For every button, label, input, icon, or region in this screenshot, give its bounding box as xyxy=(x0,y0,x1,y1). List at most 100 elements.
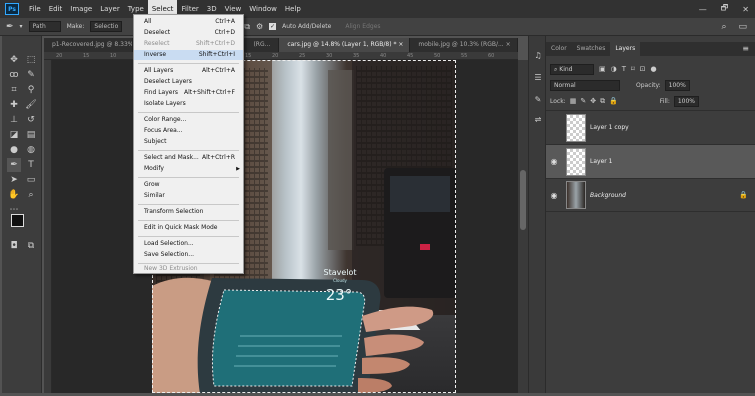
quick-select-tool-icon[interactable]: ✎ xyxy=(24,68,38,82)
chevron-down-icon[interactable]: ▾ xyxy=(20,23,23,30)
menu-item-similar[interactable]: Similar xyxy=(134,191,243,201)
menu-item-save-selection[interactable]: Save Selection... xyxy=(134,250,243,260)
rectangle-tool-icon[interactable]: ▭ xyxy=(24,173,38,187)
tab-color[interactable]: Color xyxy=(546,42,572,56)
menu-item-grow[interactable]: Grow xyxy=(134,180,243,190)
close-icon[interactable]: ✕ xyxy=(742,5,749,14)
tab-p1-recovered[interactable]: p1-Recovered.jpg @ 8.33% (RG... xyxy=(44,38,133,52)
menu-item-color-range[interactable]: Color Range... xyxy=(134,115,243,125)
menu-window[interactable]: Window xyxy=(245,0,281,18)
filter-smart-object-icon[interactable]: ⊡ xyxy=(640,65,646,73)
lock-pixels-icon[interactable]: ✎ xyxy=(580,97,586,105)
brush-settings-icon[interactable]: ✎ xyxy=(532,94,544,106)
hand-tool-icon[interactable]: ✋ xyxy=(7,188,21,202)
menu-file[interactable]: File xyxy=(25,0,45,18)
opacity-input[interactable]: 100% xyxy=(664,79,690,91)
canvas-area[interactable]: Stavelot Cloudy 23° xyxy=(52,60,518,393)
foreground-color-swatch[interactable] xyxy=(11,214,24,227)
quick-mask-icon[interactable]: ◘ xyxy=(7,239,21,253)
workspace-icon[interactable]: ▭ xyxy=(738,22,747,32)
ruler-tick-label: 35 xyxy=(353,53,360,59)
menu-item-deselect[interactable]: Deselect Ctrl+D xyxy=(134,28,243,38)
lock-all-icon[interactable]: 🔒 xyxy=(609,97,618,105)
menu-item-transform-selection[interactable]: Transform Selection xyxy=(134,207,243,217)
eyedropper-tool-icon[interactable]: ⚲ xyxy=(24,83,38,97)
layer-filter-select[interactable]: ⌕ Kind xyxy=(550,63,594,75)
layer-lock-icon[interactable]: 🔒 xyxy=(739,191,755,199)
menu-item-all-layers[interactable]: All Layers Alt+Ctrl+A xyxy=(134,66,243,76)
pen-tool-icon[interactable]: ✒ xyxy=(6,22,14,32)
path-mode-select[interactable]: Path xyxy=(28,21,61,32)
menu-item-new-3d-extrusion[interactable]: New 3D Extrusion xyxy=(134,264,243,274)
dodge-tool-icon[interactable]: ◍ xyxy=(24,143,38,157)
menu-item-subject[interactable]: Subject xyxy=(134,137,243,147)
menu-item-quick-mask[interactable]: Edit in Quick Mask Mode xyxy=(134,223,243,233)
tab-cars[interactable]: cars.jpg @ 14.8% (Layer 1, RGB/8) * × xyxy=(279,38,411,52)
filter-adjustment-icon[interactable]: ◑ xyxy=(611,65,617,73)
panel-menu-icon[interactable]: ≡ xyxy=(742,44,749,53)
menu-item-select-and-mask[interactable]: Select and Mask... Alt+Ctrl+R xyxy=(134,153,243,163)
lasso-tool-icon[interactable]: ꝏ xyxy=(7,68,21,82)
pen-tool-icon[interactable]: ✒ xyxy=(7,158,21,172)
brush-tool-icon[interactable]: 🖌 xyxy=(24,98,38,112)
menu-item-find-layers[interactable]: Find Layers Alt+Shift+Ctrl+F xyxy=(134,88,243,98)
marquee-tool-icon[interactable]: ⬚ xyxy=(24,53,38,67)
search-icon[interactable]: ⌕ xyxy=(721,22,726,32)
lock-position-icon[interactable]: ✥ xyxy=(590,97,596,105)
menu-item-isolate-layers[interactable]: Isolate Layers xyxy=(134,99,243,109)
menu-item-load-selection[interactable]: Load Selection... xyxy=(134,239,243,249)
minimize-icon[interactable]: — xyxy=(699,5,707,14)
visibility-toggle-icon[interactable]: ◉ xyxy=(546,123,562,132)
eraser-tool-icon[interactable]: ◪ xyxy=(7,128,21,142)
zoom-tool-icon[interactable]: ⌕ xyxy=(24,188,38,202)
layer-row-background[interactable]: ◉ Background 🔒 xyxy=(546,178,755,212)
menu-help[interactable]: Help xyxy=(281,0,305,18)
history-panel-icon[interactable]: ♫ xyxy=(532,50,544,62)
restore-icon[interactable]: 🗗 xyxy=(721,2,729,16)
layer-row-layer-1-copy[interactable]: ◉ Layer 1 copy xyxy=(546,110,755,144)
path-arrangement-icon[interactable]: ⧉ xyxy=(244,22,250,32)
tab-swatches[interactable]: Swatches xyxy=(572,42,611,56)
blur-tool-icon[interactable]: ● xyxy=(7,143,21,157)
filter-toggle-icon[interactable]: ● xyxy=(650,65,656,73)
menu-item-inverse[interactable]: Inverse Shift+Ctrl+I xyxy=(134,50,243,60)
fill-input[interactable]: 100% xyxy=(673,95,699,107)
lock-label: Lock: xyxy=(550,97,566,105)
menu-item-deselect-layers[interactable]: Deselect Layers xyxy=(134,77,243,87)
menu-item-all[interactable]: All Ctrl+A xyxy=(134,17,243,27)
healing-brush-icon[interactable]: ✚ xyxy=(7,98,21,112)
move-tool-icon[interactable]: ✥ xyxy=(7,53,21,67)
lock-artboard-icon[interactable]: ⧉ xyxy=(600,97,605,106)
menu-item-reselect[interactable]: Reselect Shift+Ctrl+D xyxy=(134,39,243,49)
menu-item-focus-area[interactable]: Focus Area... xyxy=(134,126,243,136)
history-brush-icon[interactable]: ↺ xyxy=(24,113,38,127)
auto-add-delete-label: Auto Add/Delete xyxy=(282,23,332,30)
auto-add-delete-checkbox[interactable]: ✓ xyxy=(269,23,277,30)
lock-transparent-icon[interactable]: ▦ xyxy=(570,97,577,105)
filter-type-icon[interactable]: T xyxy=(622,65,626,73)
menu-edit[interactable]: Edit xyxy=(45,0,67,18)
visibility-eye-icon[interactable]: ◉ xyxy=(546,191,562,200)
properties-panel-icon[interactable]: ☰ xyxy=(532,72,544,84)
screen-mode-icon[interactable]: ⧉ xyxy=(24,239,38,253)
tab-mobile[interactable]: mobile.jpg @ 10.3% (RGB/... × xyxy=(410,38,518,52)
type-tool-icon[interactable]: T xyxy=(24,158,38,172)
blend-mode-select[interactable]: Normal xyxy=(550,79,620,91)
menu-layer[interactable]: Layer xyxy=(96,0,124,18)
stamp-tool-icon[interactable]: ⊥ xyxy=(7,113,21,127)
menu-item-modify[interactable]: Modify ▶ xyxy=(134,164,243,174)
menu-image[interactable]: Image xyxy=(66,0,96,18)
gradient-tool-icon[interactable]: ▤ xyxy=(24,128,38,142)
scrollbar-thumb[interactable] xyxy=(520,170,526,230)
adjustments-icon[interactable]: ⇌ xyxy=(532,114,544,126)
path-select-tool-icon[interactable]: ➤ xyxy=(7,173,21,187)
tab-layers[interactable]: Layers xyxy=(610,42,641,56)
make-selection-button[interactable]: Selectio xyxy=(90,21,123,32)
vertical-scrollbar[interactable] xyxy=(518,60,528,393)
layer-row-layer-1[interactable]: ◉ Layer 1 xyxy=(546,144,755,178)
visibility-eye-icon[interactable]: ◉ xyxy=(546,157,562,166)
filter-pixel-icon[interactable]: ▣ xyxy=(599,65,606,73)
gear-icon[interactable]: ⚙ xyxy=(256,22,263,31)
filter-shape-icon[interactable]: ⌑ xyxy=(631,65,635,73)
crop-tool-icon[interactable]: ⌗ xyxy=(7,83,21,97)
